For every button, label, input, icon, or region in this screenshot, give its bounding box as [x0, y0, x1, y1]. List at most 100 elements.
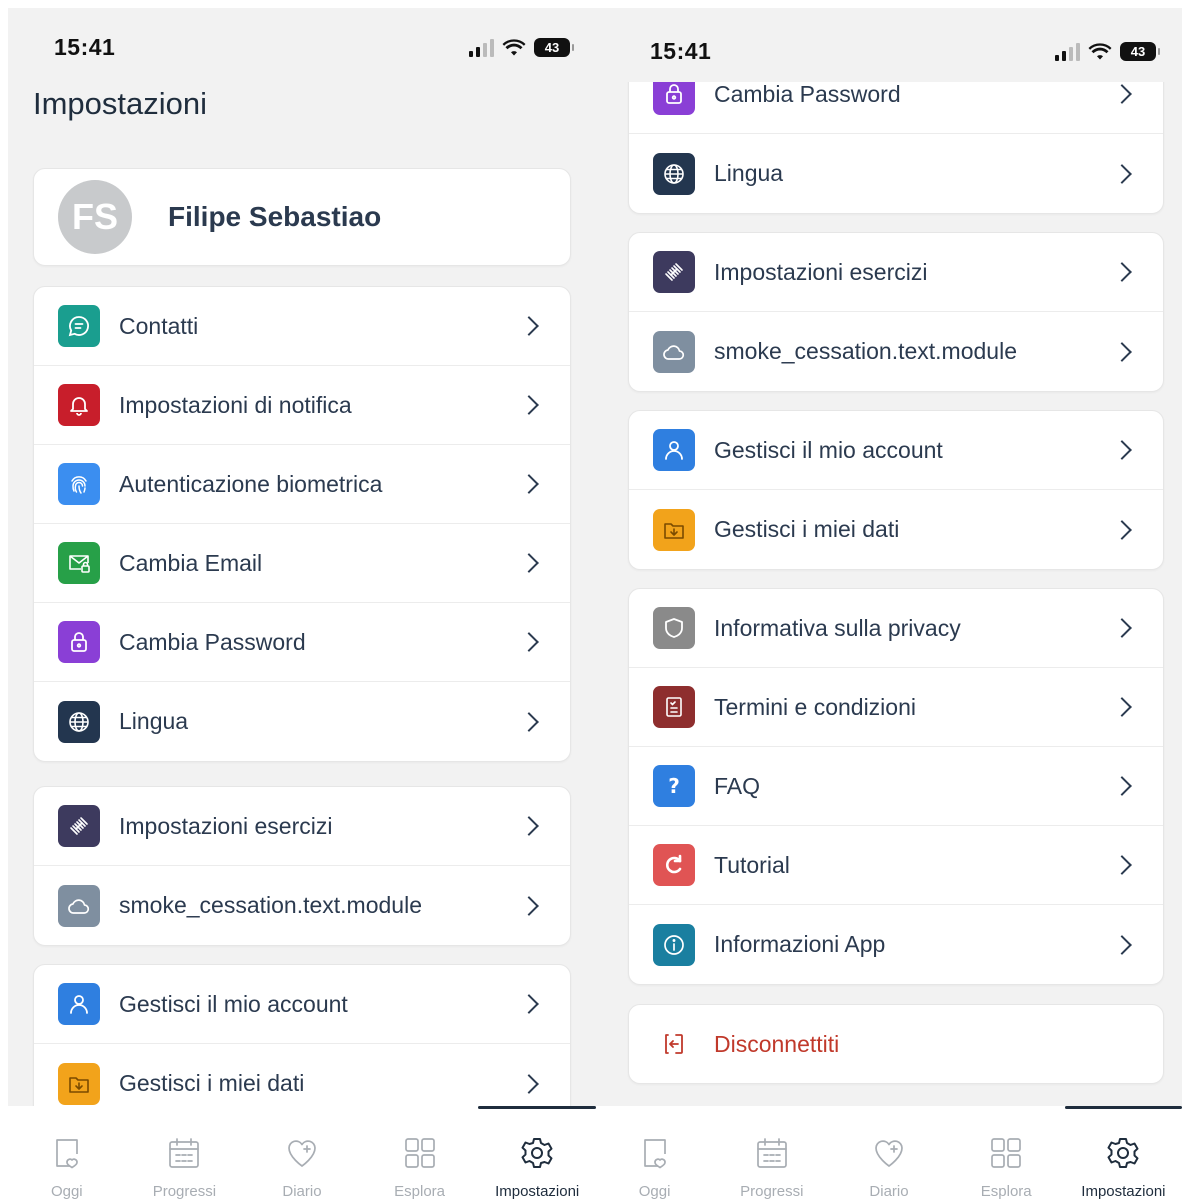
status-bar: 15:41 43 [596, 8, 1182, 82]
dumbbell-icon [653, 251, 695, 293]
settings-row-cloud[interactable]: smoke_cessation.text.module [34, 866, 570, 945]
settings-group: Informativa sulla privacy Termini e condi… [628, 588, 1164, 985]
lock-icon [58, 621, 100, 663]
logout-icon [653, 1023, 695, 1065]
tab-impostazioni[interactable]: Impostazioni [1064, 1106, 1182, 1202]
settings-row-label: FAQ [714, 772, 761, 799]
logout-button[interactable]: Disconnettiti [629, 1005, 1163, 1083]
chevron-right-icon [1112, 776, 1132, 796]
info-icon [653, 923, 695, 966]
profile-card[interactable]: FS Filipe Sebastiao [33, 168, 571, 266]
today-icon [638, 1136, 672, 1175]
battery-icon: 43 [1120, 42, 1160, 61]
heart-icon [872, 1136, 906, 1175]
chevron-right-icon [1112, 163, 1132, 184]
chevron-right-icon [1112, 84, 1132, 104]
wifi-icon [502, 38, 526, 55]
globe-icon [58, 700, 100, 743]
settings-row-label: Cambia Password [714, 80, 901, 107]
tab-label: Oggi [50, 1183, 83, 1200]
settings-row-label: Gestisci i miei dati [714, 516, 900, 542]
settings-row-label: Gestisci il mio account [714, 436, 943, 463]
user-icon [58, 983, 100, 1025]
fingerprint-icon [58, 463, 100, 505]
settings-row-label: smoke_cessation.text.module [119, 892, 422, 918]
tab-label: Impostazioni [495, 1183, 580, 1200]
user-icon [653, 429, 695, 471]
chevron-right-icon [1112, 519, 1132, 540]
chevron-right-icon [519, 895, 539, 916]
globe-icon [653, 152, 695, 195]
settings-row-globe[interactable]: Lingua [34, 682, 570, 761]
chevron-right-icon [519, 1073, 539, 1094]
settings-row-folder-download[interactable]: Gestisci i miei dati [629, 490, 1163, 569]
settings-row-lock[interactable]: Cambia Password [34, 603, 570, 682]
chevron-right-icon [519, 553, 539, 573]
gear-icon [520, 1136, 554, 1175]
signal-icon [469, 38, 494, 57]
settings-row-info[interactable]: Informazioni App [629, 905, 1163, 984]
settings-row-chat[interactable]: Contatti [34, 287, 570, 366]
chevron-right-icon [1112, 618, 1132, 638]
grid-icon [403, 1136, 437, 1175]
settings-group: Impostazioni esercizi smoke_cessation.tex… [628, 232, 1164, 392]
calendar-icon [755, 1136, 789, 1175]
tab-oggi[interactable]: Oggi [596, 1106, 713, 1202]
heart-icon [285, 1136, 319, 1175]
tab-bar: Oggi Progressi Diario Esplora Impostazioni [596, 1106, 1182, 1202]
settings-row-fingerprint[interactable]: Autenticazione biometrica [34, 445, 570, 524]
settings-row-user[interactable]: Gestisci il mio account [34, 965, 570, 1044]
tab-progressi[interactable]: Progressi [713, 1106, 830, 1202]
avatar: FS [58, 180, 132, 254]
settings-row-dumbbell[interactable]: Impostazioni esercizi [34, 787, 570, 866]
tab-bar: Oggi Progressi Diario Esplora Impostazioni [8, 1106, 596, 1202]
settings-row-bell[interactable]: Impostazioni di notifica [34, 366, 570, 445]
settings-screen-left: 15:41 43 Impostazioni FS Filipe Sebastia… [8, 8, 596, 1202]
chevron-right-icon [519, 711, 539, 732]
settings-row-shield[interactable]: Informativa sulla privacy [629, 589, 1163, 668]
tab-impostazioni[interactable]: Impostazioni [478, 1106, 596, 1202]
settings-screen-right: Cambia Password Lingua Impostazioni eserc… [596, 8, 1182, 1202]
chevron-right-icon [1112, 341, 1132, 362]
question-icon: ? [653, 765, 695, 807]
battery-icon: 43 [534, 38, 574, 57]
settings-row-globe[interactable]: Lingua [629, 134, 1163, 213]
settings-row-label: Impostazioni esercizi [119, 812, 333, 839]
settings-row-refresh[interactable]: Tutorial [629, 826, 1163, 905]
cloud-icon [58, 884, 100, 927]
settings-row-mail-lock[interactable]: Cambia Email [34, 524, 570, 603]
tab-diario[interactable]: Diario [243, 1106, 361, 1202]
settings-group: Contatti Impostazioni di notifica Autentic… [33, 286, 571, 762]
tab-esplora[interactable]: Esplora [361, 1106, 479, 1202]
tab-label: Diario [869, 1183, 909, 1200]
tab-progressi[interactable]: Progressi [126, 1106, 244, 1202]
chevron-right-icon [519, 632, 539, 652]
tab-label: Progressi [152, 1183, 217, 1200]
document-icon [653, 686, 695, 728]
settings-row-label: Gestisci i miei dati [119, 1070, 305, 1096]
folder-download-icon [58, 1062, 100, 1105]
settings-row-cloud[interactable]: smoke_cessation.text.module [629, 312, 1163, 391]
dumbbell-icon [58, 805, 100, 847]
settings-row-question[interactable]: ? FAQ [629, 747, 1163, 826]
tab-oggi[interactable]: Oggi [8, 1106, 126, 1202]
tab-esplora[interactable]: Esplora [948, 1106, 1065, 1202]
shield-icon [653, 607, 695, 649]
calendar-icon [167, 1136, 201, 1175]
settings-row-document[interactable]: Termini e condizioni [629, 668, 1163, 747]
settings-row-label: smoke_cessation.text.module [714, 338, 1017, 364]
signal-icon [1055, 42, 1080, 61]
status-bar: 15:41 43 [8, 8, 596, 82]
chevron-right-icon [1112, 934, 1132, 955]
tab-diario[interactable]: Diario [830, 1106, 947, 1202]
settings-row-label: Lingua [714, 160, 784, 186]
today-icon [50, 1136, 84, 1175]
wifi-icon [1088, 42, 1112, 59]
settings-row-label: Contatti [119, 312, 199, 339]
tab-label: Esplora [980, 1183, 1032, 1200]
settings-row-label: Lingua [119, 708, 189, 734]
settings-row-user[interactable]: Gestisci il mio account [629, 411, 1163, 490]
cloud-icon [653, 330, 695, 373]
chevron-right-icon [519, 994, 539, 1014]
settings-row-dumbbell[interactable]: Impostazioni esercizi [629, 233, 1163, 312]
